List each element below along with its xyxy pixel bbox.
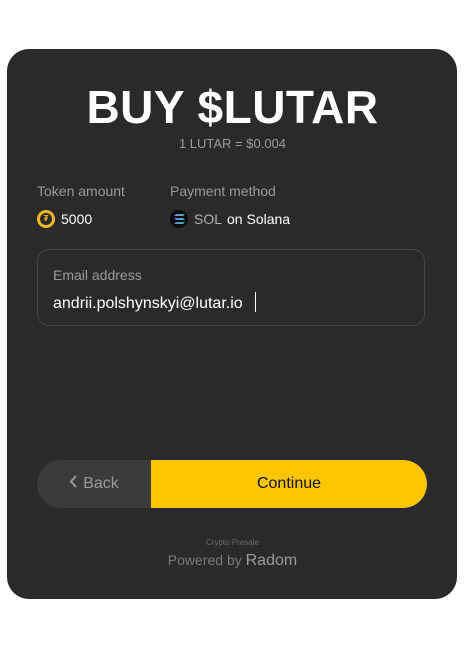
token-amount: 5000	[61, 211, 93, 227]
action-buttons: Back Continue	[37, 460, 427, 508]
email-label: Email address	[53, 267, 142, 283]
powered-by-text: Powered by	[167, 552, 242, 568]
lutar-coin-icon: ₮	[37, 210, 55, 228]
solana-icon	[170, 210, 188, 228]
back-label: Back	[83, 475, 119, 492]
page-title: BUY $LUTAR	[86, 81, 379, 133]
continue-label: Continue	[256, 475, 322, 492]
radom-logo[interactable]: Radom	[246, 552, 298, 569]
exchange-rate: 1 LUTAR = $0.004	[178, 136, 287, 151]
chevron-left-icon	[69, 475, 77, 493]
payment-method-value: SOL on Solana	[170, 210, 290, 228]
payment-network: on Solana	[227, 211, 291, 227]
powered-by: Powered by Radom	[0, 552, 465, 570]
token-amount-value: ₮ 5000	[37, 210, 92, 228]
email-input[interactable]	[53, 293, 403, 315]
payment-symbol: SOL	[194, 211, 223, 227]
token-amount-label: Token amount	[37, 183, 125, 199]
continue-button[interactable]: Continue	[151, 460, 427, 508]
back-button[interactable]: Back	[37, 460, 151, 508]
presale-caption: Crypto Presale	[206, 538, 259, 547]
email-field[interactable]: Email address	[37, 249, 425, 326]
text-caret	[255, 292, 256, 312]
payment-method-label: Payment method	[170, 183, 276, 199]
